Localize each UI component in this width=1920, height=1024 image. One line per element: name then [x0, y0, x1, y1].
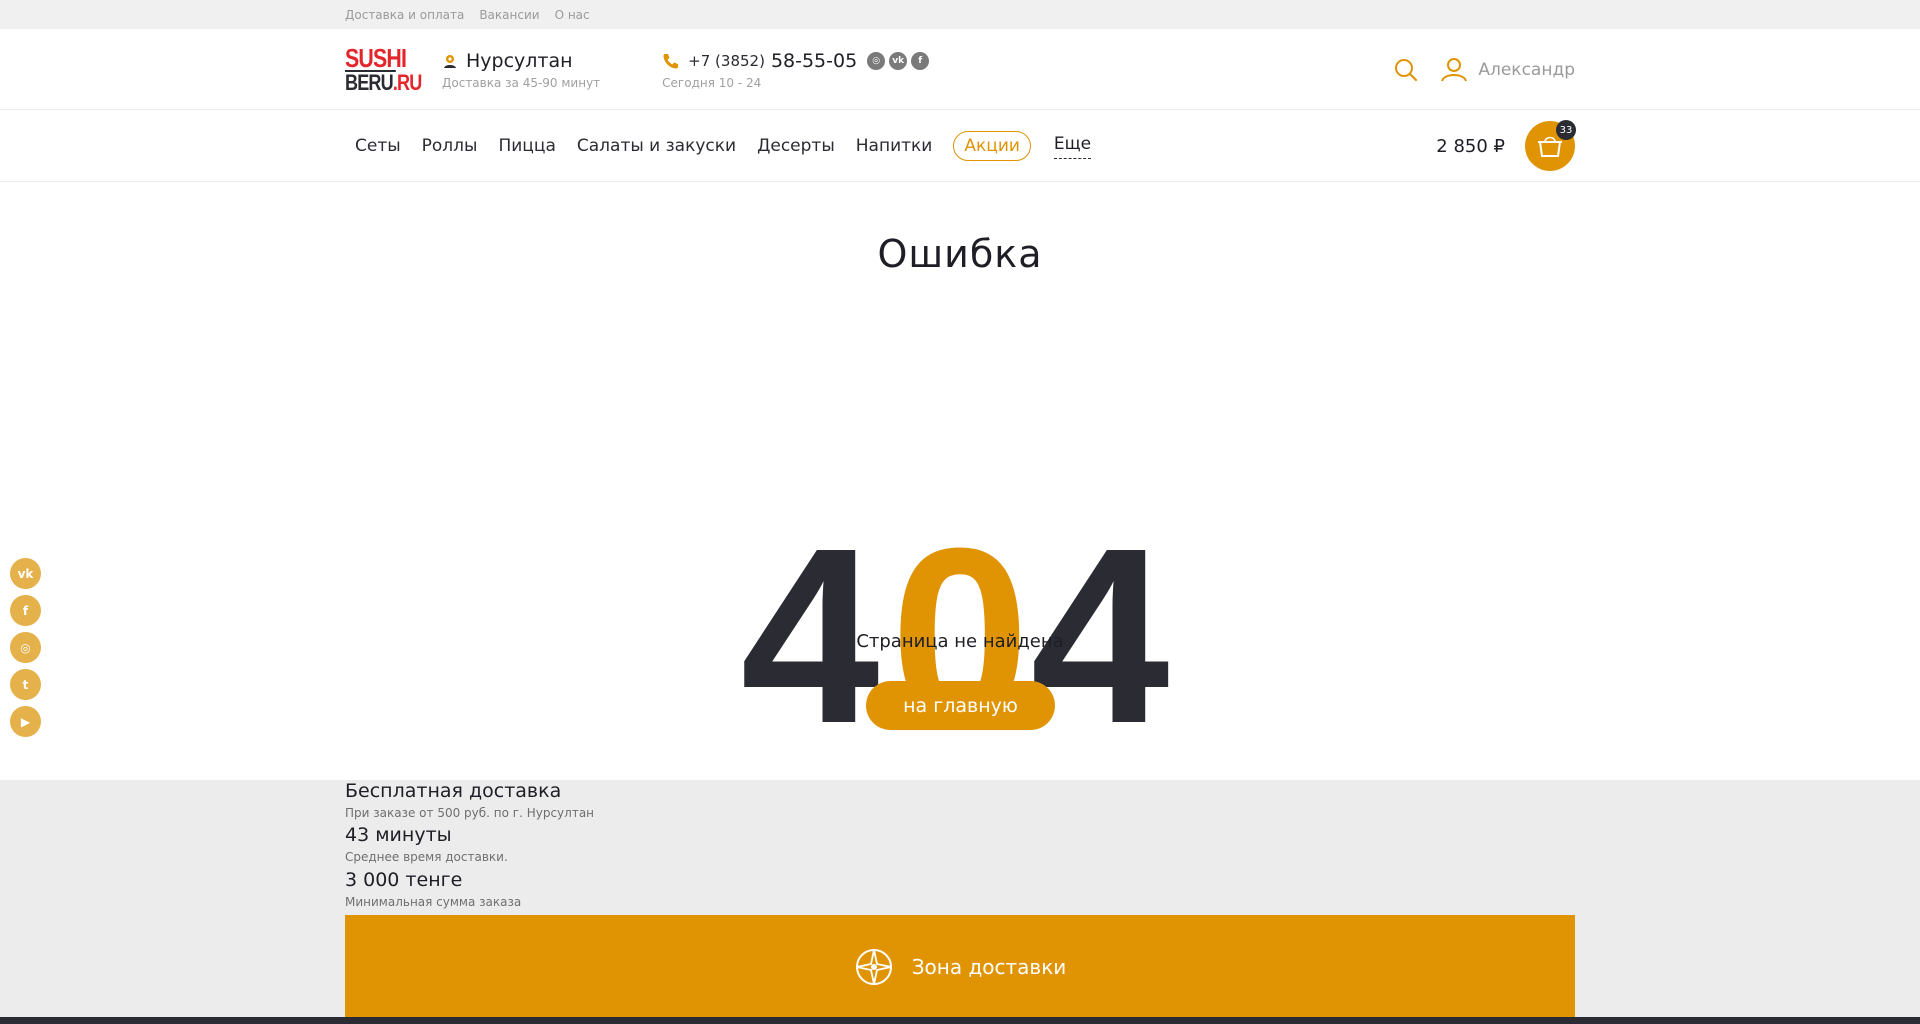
nav-item-salads[interactable]: Салаты и закуски: [567, 136, 746, 156]
user-name: Александр: [1478, 59, 1575, 80]
twitter-icon[interactable]: t: [10, 669, 41, 700]
city-selector[interactable]: Нурсултан Доставка за 45-90 минут: [442, 50, 600, 90]
delivery-time: Доставка за 45-90 минут: [442, 75, 601, 90]
fb-icon[interactable]: f: [911, 51, 930, 70]
link-vacancies[interactable]: Вакансии: [479, 8, 539, 22]
user-account[interactable]: Александр: [1440, 57, 1575, 83]
instagram-icon[interactable]: ◎: [867, 51, 886, 70]
cart-button[interactable]: 33: [1525, 120, 1576, 171]
search-icon[interactable]: [1394, 58, 1418, 82]
header: SUSHI BERU.RU Нурсултан Доставка за 45-9…: [0, 29, 1920, 110]
cart[interactable]: 2 850 ₽ 33: [1436, 120, 1576, 171]
top-bar: Доставка и оплата Вакансии О нас: [0, 0, 1920, 29]
vk-icon[interactable]: vk: [10, 558, 41, 589]
nav-item-drinks[interactable]: Напитки: [846, 136, 943, 156]
logo[interactable]: SUSHI BERU.RU: [345, 44, 422, 96]
cart-sum: 2 850 ₽: [1436, 135, 1505, 157]
instagram-icon[interactable]: ◎: [10, 632, 41, 663]
link-delivery[interactable]: Доставка и оплата: [345, 8, 464, 22]
phone-number[interactable]: 58-55-05: [771, 50, 857, 72]
nav-item-sets[interactable]: Сеты: [345, 136, 411, 156]
work-hours: Сегодня 10 - 24: [662, 75, 762, 90]
nav-item-desserts[interactable]: Десерты: [747, 136, 845, 156]
link-about[interactable]: О нас: [555, 8, 590, 22]
vk-icon[interactable]: vk: [889, 51, 908, 70]
city-name: Нурсултан: [466, 49, 573, 72]
code-digit-left: 4: [740, 500, 879, 730]
phone-block: +7 (3852) 58-55-05 ◎ vk f Сегодня 10 - 2…: [662, 50, 930, 90]
info-item-avg-time: 43 минуты Среднее время доставки.: [345, 824, 508, 864]
page-title: Ошибка: [877, 232, 1043, 276]
youtube-icon[interactable]: ▶: [10, 706, 41, 737]
side-socials: vk f ◎ t ▶: [10, 558, 41, 737]
user-icon: [1441, 57, 1468, 81]
cart-count-badge: 33: [1556, 120, 1576, 140]
error-content: Ошибка 4 0 4 Страница не найдена на глав…: [0, 182, 1920, 780]
info-item-free-delivery: Бесплатная доставка При заказе от 500 ру…: [345, 780, 595, 820]
compass-icon: [855, 949, 892, 985]
home-button[interactable]: на главную: [866, 681, 1055, 730]
delivery-zone-button[interactable]: Зона доставки: [345, 915, 1575, 1019]
not-found-message: Страница не найдена: [856, 631, 1064, 652]
footer-edge: [0, 1017, 1920, 1024]
nav-item-rolls[interactable]: Роллы: [412, 136, 488, 156]
location-pin-icon: [444, 54, 456, 68]
nav-item-promo[interactable]: Акции: [953, 131, 1031, 161]
nav-item-pizza[interactable]: Пицца: [488, 136, 565, 156]
delivery-zone-label: Зона доставки: [911, 955, 1067, 979]
nav-item-more[interactable]: Еще: [1053, 134, 1092, 159]
facebook-icon[interactable]: f: [10, 595, 41, 626]
info-item-min-order: 3 000 тенге Минимальная сумма заказа: [345, 869, 522, 909]
phone-icon: [663, 53, 679, 68]
main-nav: Сеты Роллы Пицца Салаты и закуски Десерт…: [0, 110, 1920, 182]
phone-code[interactable]: +7 (3852): [688, 52, 765, 70]
